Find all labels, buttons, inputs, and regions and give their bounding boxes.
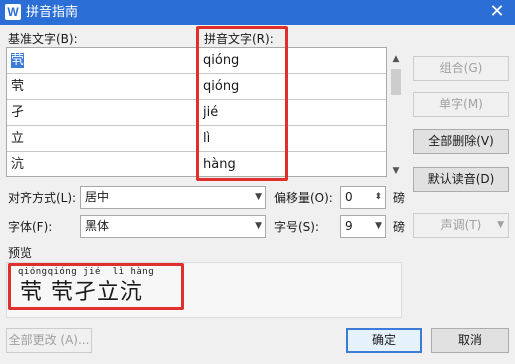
base-char-cell[interactable]: 茕 (11, 48, 197, 73)
base-char-cell[interactable]: 孑 (11, 100, 197, 125)
pinyin-cell[interactable]: jié (203, 100, 383, 125)
offset-label: 偏移量(O): (274, 191, 333, 205)
chevron-down-icon: ▼ (375, 221, 382, 231)
preview-area: qióngqióng jié lì hàng 茕 茕孑立沆 (6, 262, 402, 318)
tone-label: 声调(T) (440, 218, 482, 232)
font-select[interactable]: 黑体 ▼ (80, 215, 266, 238)
preview-characters: 茕 茕孑立沆 (20, 280, 143, 305)
chevron-down-icon: ▼ (497, 220, 504, 230)
delete-all-button[interactable]: 全部删除(V) (413, 129, 509, 154)
alignment-value: 居中 (85, 190, 110, 204)
scroll-down-icon[interactable]: ▼ (388, 163, 404, 179)
window-title: 拼音指南 (26, 5, 79, 20)
offset-unit: 磅 (393, 191, 406, 205)
pinyin-cell[interactable]: qióng (203, 74, 383, 99)
grid-row: 茕 qióng (7, 48, 386, 74)
grid-row: 茕 qióng (7, 74, 386, 100)
default-reading-button[interactable]: 默认读音(D) (413, 167, 509, 192)
scroll-up-icon[interactable]: ▲ (388, 51, 404, 67)
ok-button[interactable]: 确定 (346, 328, 422, 353)
offset-value: 0 (345, 190, 353, 204)
pinyin-cell[interactable]: hàng (203, 152, 383, 176)
grid-scrollbar[interactable]: ▲ ▼ (388, 47, 404, 177)
single-char-button[interactable]: 单字(M) (413, 92, 509, 117)
size-unit: 磅 (393, 220, 406, 234)
font-value: 黑体 (85, 219, 110, 233)
preview-label: 预览 (8, 246, 33, 260)
font-label: 字体(F): (8, 220, 53, 234)
selected-text: 茕 (11, 53, 25, 68)
spinner-icon[interactable]: ⬍ (374, 187, 382, 208)
combine-button[interactable]: 组合(G) (413, 56, 509, 81)
close-icon[interactable]: ✕ (487, 2, 507, 22)
size-label: 字号(S): (274, 220, 320, 234)
size-select[interactable]: 9 ▼ (340, 215, 386, 238)
pinyin-text-label: 拼音文字(R): (204, 32, 274, 46)
preview-pinyin: qióngqióng jié lì hàng (18, 267, 155, 277)
grid-row: 立 lì (7, 126, 386, 152)
chevron-down-icon: ▼ (255, 221, 262, 231)
alignment-label: 对齐方式(L): (8, 191, 77, 205)
base-char-cell[interactable]: 茕 (11, 74, 197, 99)
tone-button[interactable]: 声调(T) ▼ (413, 213, 509, 238)
scroll-thumb[interactable] (391, 69, 401, 95)
pinyin-grid: 茕 qióng 茕 qióng 孑 jié 立 lì 沆 hàng (6, 47, 387, 177)
cancel-button[interactable]: 取消 (431, 328, 509, 353)
grid-row: 沆 hàng (7, 152, 386, 176)
pinyin-cell[interactable]: qióng (203, 48, 383, 73)
pinyin-cell[interactable]: lì (203, 126, 383, 151)
size-value: 9 (345, 219, 353, 233)
grid-row: 孑 jié (7, 100, 386, 126)
base-text-label: 基准文字(B): (8, 32, 78, 46)
change-all-button[interactable]: 全部更改 (A)... (6, 328, 92, 353)
offset-spinner[interactable]: 0 ⬍ (340, 186, 386, 209)
wps-app-icon: W (5, 4, 21, 20)
base-char-cell[interactable]: 沆 (11, 152, 197, 176)
base-char-cell[interactable]: 立 (11, 126, 197, 151)
title-bar: W 拼音指南 ✕ (0, 0, 515, 25)
chevron-down-icon: ▼ (255, 192, 262, 202)
alignment-select[interactable]: 居中 ▼ (80, 186, 266, 209)
